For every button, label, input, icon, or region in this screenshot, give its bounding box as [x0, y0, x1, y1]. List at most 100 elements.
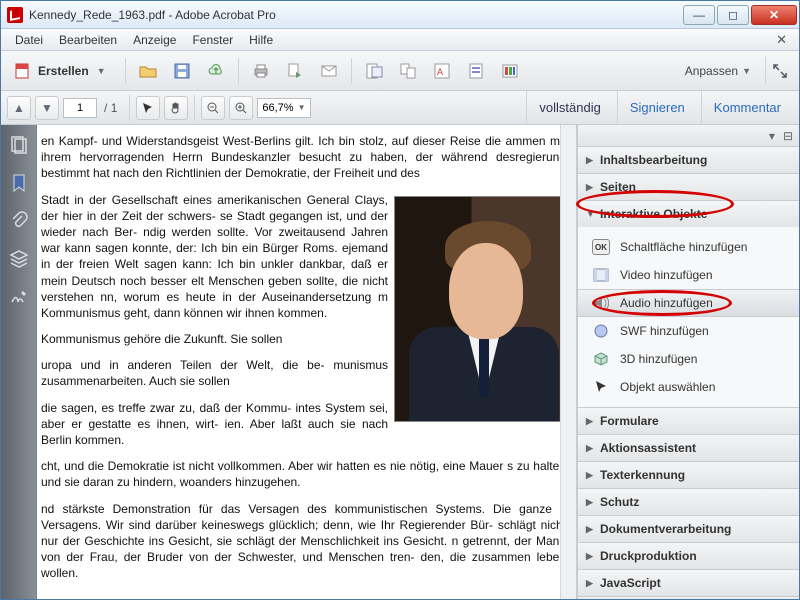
select-tool-button[interactable] — [136, 96, 160, 120]
form-icon — [467, 62, 485, 80]
speaker-icon — [592, 295, 610, 311]
pdf-icon — [14, 62, 32, 80]
close-button[interactable]: ✕ — [751, 5, 797, 25]
zoom-in-icon — [235, 102, 247, 114]
section-inhaltsbearbeitung[interactable]: ▶Inhaltsbearbeitung — [578, 147, 799, 173]
panel-collapse-icon[interactable]: ⊟ — [783, 129, 793, 143]
kennedy-photo — [394, 196, 566, 422]
section-schutz[interactable]: ▶Schutz — [578, 489, 799, 515]
section-texterkennung[interactable]: ▶Texterkennung — [578, 462, 799, 488]
section-dokumentverarbeitung[interactable]: ▶Dokumentverarbeitung — [578, 516, 799, 542]
menu-hilfe[interactable]: Hilfe — [241, 31, 281, 49]
app-icon — [7, 7, 23, 23]
swf-icon — [592, 323, 610, 339]
signatures-icon[interactable] — [9, 287, 29, 307]
zoom-level-select[interactable]: 66,7% ▼ — [257, 98, 310, 118]
combine-icon — [399, 62, 417, 80]
email-button[interactable] — [315, 57, 343, 85]
section-javascript[interactable]: ▶JavaScript — [578, 570, 799, 596]
folder-open-icon — [139, 62, 157, 80]
print-button[interactable] — [247, 57, 275, 85]
save-button[interactable] — [168, 57, 196, 85]
tab-signieren[interactable]: Signieren — [617, 91, 697, 125]
attachments-icon[interactable] — [9, 211, 29, 231]
create-label: Erstellen — [38, 64, 89, 78]
tool-audio[interactable]: Audio hinzufügen — [578, 289, 799, 317]
expand-icon — [772, 63, 788, 79]
cursor-icon — [592, 379, 610, 395]
zoom-in-button[interactable] — [229, 96, 253, 120]
film-icon — [592, 267, 610, 283]
floppy-icon — [173, 62, 191, 80]
tab-kommentar[interactable]: Kommentar — [701, 91, 793, 125]
panel-header: ▾ ⊟ — [578, 125, 799, 147]
svg-text:A: A — [437, 67, 443, 77]
menu-close-doc[interactable]: ✕ — [770, 32, 793, 48]
section-aktionsassistent[interactable]: ▶Aktionsassistent — [578, 435, 799, 461]
open-button[interactable] — [134, 57, 162, 85]
scan-button[interactable] — [360, 57, 388, 85]
chevron-down-icon: ▼ — [742, 66, 751, 76]
maximize-button[interactable]: ◻ — [717, 5, 749, 25]
page-down-button[interactable]: ▼ — [35, 96, 59, 120]
document-area[interactable]: en Kampf- und Widerstandsgeist West-Berl… — [37, 125, 577, 599]
section-formulare[interactable]: ▶Formulare — [578, 408, 799, 434]
chevron-down-icon: ▼ — [298, 103, 306, 112]
page-up-button[interactable]: ▲ — [7, 96, 31, 120]
ocr-icon: A — [433, 62, 451, 80]
tab-vollstaendig[interactable]: vollständig — [526, 91, 612, 125]
cloud-button[interactable] — [202, 57, 230, 85]
chevron-down-icon: ▼ — [97, 66, 106, 76]
customize-dropdown[interactable]: Anpassen ▼ — [677, 64, 759, 78]
tool-objekt-auswaehlen[interactable]: Objekt auswählen — [578, 373, 799, 401]
create-button[interactable]: Erstellen ▼ — [7, 57, 117, 85]
menu-fenster[interactable]: Fenster — [184, 31, 241, 49]
tool-schaltflaeche[interactable]: OK Schaltfläche hinzufügen — [578, 233, 799, 261]
page-share-icon — [286, 62, 304, 80]
menu-anzeige[interactable]: Anzeige — [125, 31, 184, 49]
combine-button[interactable] — [394, 57, 422, 85]
tool-swf[interactable]: SWF hinzufügen — [578, 317, 799, 345]
tool-3d[interactable]: 3D hinzufügen — [578, 345, 799, 373]
envelope-icon — [320, 62, 338, 80]
menubar: Datei Bearbeiten Anzeige Fenster Hilfe ✕ — [1, 29, 799, 51]
multimedia-button[interactable] — [496, 57, 524, 85]
thumbnails-icon[interactable] — [9, 135, 29, 155]
page-number-input[interactable] — [63, 98, 97, 118]
hand-icon — [170, 102, 182, 114]
multimedia-icon — [501, 62, 519, 80]
section-druckproduktion[interactable]: ▶Druckproduktion — [578, 543, 799, 569]
zoom-out-icon — [207, 102, 219, 114]
cursor-icon — [142, 102, 154, 114]
window-title: Kennedy_Rede_1963.pdf - Adobe Acrobat Pr… — [29, 8, 276, 22]
layers-icon[interactable] — [9, 249, 29, 269]
panel-menu-icon[interactable]: ▾ — [769, 129, 775, 143]
cloud-up-icon — [207, 62, 225, 80]
cube-icon — [592, 351, 610, 367]
fullscreen-button[interactable] — [765, 57, 793, 85]
doc-paragraph: cht, und die Demokratie ist nicht vollko… — [41, 458, 566, 490]
doc-paragraph: en Kampf- und Widerstandsgeist West-Berl… — [41, 133, 566, 182]
section-interaktive-objekte[interactable]: ▼Interaktive Objekte — [578, 201, 799, 227]
menu-datei[interactable]: Datei — [7, 31, 51, 49]
section-seiten[interactable]: ▶Seiten — [578, 174, 799, 200]
titlebar: Kennedy_Rede_1963.pdf - Adobe Acrobat Pr… — [1, 1, 799, 29]
form-button[interactable] — [462, 57, 490, 85]
document-content: en Kampf- und Widerstandsgeist West-Berl… — [37, 125, 576, 599]
scrollbar[interactable] — [560, 125, 576, 599]
bookmarks-icon[interactable] — [9, 173, 29, 193]
menu-bearbeiten[interactable]: Bearbeiten — [51, 31, 125, 49]
hand-tool-button[interactable] — [164, 96, 188, 120]
tool-video[interactable]: Video hinzufügen — [578, 261, 799, 289]
share-file-button[interactable] — [281, 57, 309, 85]
ocr-button[interactable]: A — [428, 57, 456, 85]
minimize-button[interactable]: — — [683, 5, 715, 25]
printer-icon — [252, 62, 270, 80]
tools-panel: ▾ ⊟ ▶Inhaltsbearbeitung ▶Seiten ▼Interak… — [577, 125, 799, 599]
toolbar: Erstellen ▼ A Anpassen ▼ — [1, 51, 799, 91]
scan-icon — [365, 62, 383, 80]
zoom-out-button[interactable] — [201, 96, 225, 120]
doc-paragraph: nd stärkste Demonstration für das Versag… — [41, 501, 566, 582]
ok-button-icon: OK — [592, 239, 610, 255]
left-rail — [1, 125, 37, 599]
